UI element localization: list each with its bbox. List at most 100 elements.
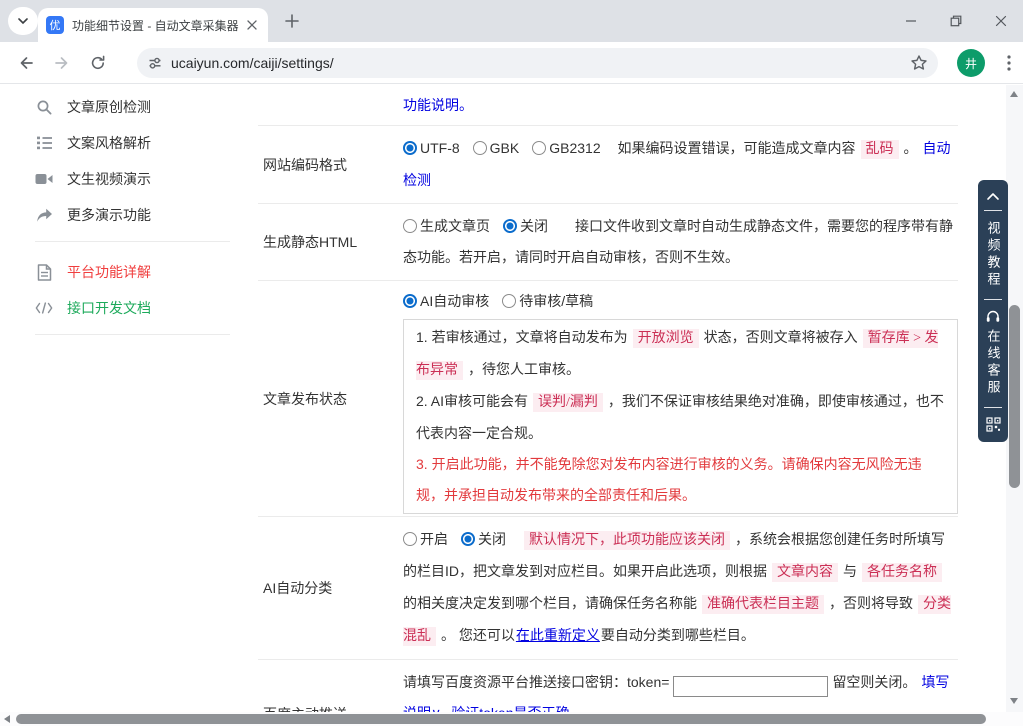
tab-strip: 优 功能细节设置 - 自动文章采集器: [0, 0, 1023, 42]
text: 留空则关闭。: [832, 674, 917, 690]
link[interactable]: 在此重新定义: [516, 627, 600, 643]
text: 1. 若审核通过，文章将自动发布为: [416, 329, 628, 345]
tab-search-button[interactable]: [8, 7, 38, 35]
audit-note-3: 3. 开启此功能，并不能免除您对发布内容进行审核的义务。请确保内容无风险无违规，…: [416, 449, 945, 511]
feature-description-link[interactable]: 功能说明。: [403, 97, 473, 113]
sidebar: 文章原创检测 文案风格解析 文生视频演示 更多演示功能 平台功能详解 接口开发文…: [35, 85, 230, 347]
online-service-button[interactable]: 在线客服: [986, 326, 1001, 400]
search-icon: [35, 99, 53, 116]
static-html-options: 生成文章页 关闭 接口文件收到文章时自动生成静态文件，需要您的程序带有静态功能。若开…: [403, 204, 958, 280]
divider: [984, 299, 1002, 300]
radio-option[interactable]: GB2312: [532, 140, 601, 156]
sidebar-item-originality-check[interactable]: 文章原创检测: [35, 89, 230, 125]
floating-helper-bar: 视频教程 在线客服: [978, 180, 1008, 442]
highlighted-text: 默认情况下，此项功能应该关闭: [524, 531, 730, 550]
reload-button[interactable]: [84, 49, 112, 77]
sidebar-item-label: 文章原创检测: [67, 99, 151, 115]
bookmark-star-icon[interactable]: [910, 54, 928, 72]
divider: [984, 210, 1002, 211]
radio-option[interactable]: GBK: [472, 140, 519, 156]
text: 如果编码设置错误，可能造成文章内容: [613, 140, 856, 156]
window-controls: [888, 0, 1023, 42]
video-icon: [35, 172, 53, 186]
publish-radio-group: AI自动审核 待审核/草稿: [403, 286, 958, 317]
profile-avatar[interactable]: 井: [957, 49, 985, 77]
sidebar-item-label: 接口开发文档: [67, 300, 151, 316]
radio-option[interactable]: 开启: [403, 531, 448, 547]
sidebar-item-text-to-video[interactable]: 文生视频演示: [35, 161, 230, 197]
sidebar-item-label: 文案风格解析: [67, 135, 151, 151]
radio-icon: [472, 141, 487, 155]
browser-tab[interactable]: 优 功能细节设置 - 自动文章采集器: [38, 8, 268, 42]
horizontal-scrollbar[interactable]: [0, 712, 1023, 726]
forward-button[interactable]: [48, 49, 76, 77]
highlighted-text: 乱码: [860, 140, 899, 159]
radio-option-selected[interactable]: 关闭: [503, 218, 548, 234]
row-label: 文章发布状态: [263, 390, 347, 407]
radio-option-selected[interactable]: 关闭: [461, 531, 506, 547]
site-settings-icon[interactable]: [147, 55, 163, 71]
radio-option[interactable]: 生成文章页: [403, 218, 490, 234]
radio-icon: [503, 219, 517, 233]
new-tab-button[interactable]: [284, 13, 300, 34]
horizontal-scrollbar-thumb[interactable]: [16, 714, 986, 724]
highlighted-text: 文章内容: [772, 563, 838, 582]
qr-code-icon[interactable]: [985, 415, 1001, 434]
share-arrow-icon: [35, 208, 53, 223]
radio-label: 关闭: [520, 218, 548, 234]
video-tutorial-button[interactable]: 视频教程: [986, 218, 1001, 292]
sidebar-item-label: 文生视频演示: [67, 171, 151, 187]
tab-close-icon[interactable]: [244, 17, 260, 33]
sidebar-item-more-demos[interactable]: 更多演示功能: [35, 197, 230, 233]
url-text[interactable]: ucaiyun.com/caiji/settings/: [171, 55, 910, 71]
audit-note-1: 1. 若审核通过，文章将自动发布为 开放浏览 状态，否则文章将被存入 暂存库 > 发布…: [416, 322, 945, 386]
feature-description-row: 功能说明。: [258, 85, 958, 125]
radio-icon: [532, 141, 547, 155]
radio-option[interactable]: 待审核/草稿: [502, 293, 593, 309]
sidebar-item-api-docs[interactable]: 接口开发文档: [35, 290, 230, 326]
ai-classify-options: 开启 关闭 默认情况下，此项功能应该关闭 ，系统会根据您创建任务时所填写的栏目ID，把…: [403, 517, 958, 659]
static-html-row: 生成静态HTML 生成文章页 关闭 接口文件收到文章时自动生成静态文件，需要您的程序…: [258, 203, 958, 280]
back-button[interactable]: [12, 49, 40, 77]
radio-label: GB2312: [549, 140, 601, 156]
radio-option-selected[interactable]: UTF-8: [403, 140, 460, 156]
minimize-button[interactable]: [888, 0, 933, 42]
audit-notice-box: 1. 若审核通过，文章将自动发布为 开放浏览 状态，否则文章将被存入 暂存库 > 发布…: [403, 319, 958, 514]
sidebar-item-label: 更多演示功能: [67, 207, 151, 223]
radio-option-selected[interactable]: AI自动审核: [403, 293, 489, 309]
browser-toolbar: ucaiyun.com/caiji/settings/ 井: [0, 42, 1023, 84]
radio-icon: [502, 294, 517, 308]
text: 。: [903, 140, 918, 156]
browser-menu-icon[interactable]: [1007, 55, 1011, 76]
favicon: 优: [46, 16, 64, 34]
row-label: 网站编码格式: [263, 156, 347, 173]
radio-label: UTF-8: [420, 140, 460, 156]
encoding-options: UTF-8 GBK GB2312 如果编码设置错误，可能造成文章内容 乱码。自动检测: [403, 126, 958, 203]
sidebar-item-style-analysis[interactable]: 文案风格解析: [35, 125, 230, 161]
scroll-down-arrow[interactable]: [1010, 698, 1018, 704]
vertical-scrollbar-thumb[interactable]: [1009, 305, 1020, 488]
text: 请填写百度资源平台推送接口密钥：token=: [403, 674, 670, 690]
text: 2. AI审核可能会有: [416, 393, 529, 409]
publish-status-options: AI自动审核 待审核/草稿 1. 若审核通过，文章将自动发布为 开放浏览 状态，否则文…: [403, 281, 958, 516]
restore-button[interactable]: [933, 0, 978, 42]
vertical-scrollbar[interactable]: [1006, 85, 1023, 712]
highlighted-text: 误判/漏判: [533, 393, 603, 412]
back-to-top-button[interactable]: [986, 189, 1000, 203]
sidebar-divider: [35, 241, 230, 242]
highlighted-text: 开放浏览: [632, 329, 699, 348]
radio-label: 开启: [420, 531, 448, 547]
radio-icon: [403, 532, 417, 546]
headset-icon[interactable]: [985, 307, 1001, 326]
radio-label: 生成文章页: [420, 218, 490, 234]
radio-label: AI自动审核: [420, 293, 490, 309]
token-input[interactable]: [673, 676, 829, 697]
radio-label: 待审核/草稿: [519, 293, 594, 309]
url-bar[interactable]: ucaiyun.com/caiji/settings/: [137, 48, 938, 78]
document-icon: [35, 263, 53, 281]
sidebar-item-label: 平台功能详解: [67, 264, 151, 280]
scroll-up-arrow[interactable]: [1010, 91, 1018, 97]
scroll-left-arrow[interactable]: [4, 715, 10, 723]
close-button[interactable]: [978, 0, 1023, 42]
sidebar-item-platform-features[interactable]: 平台功能详解: [35, 254, 230, 290]
